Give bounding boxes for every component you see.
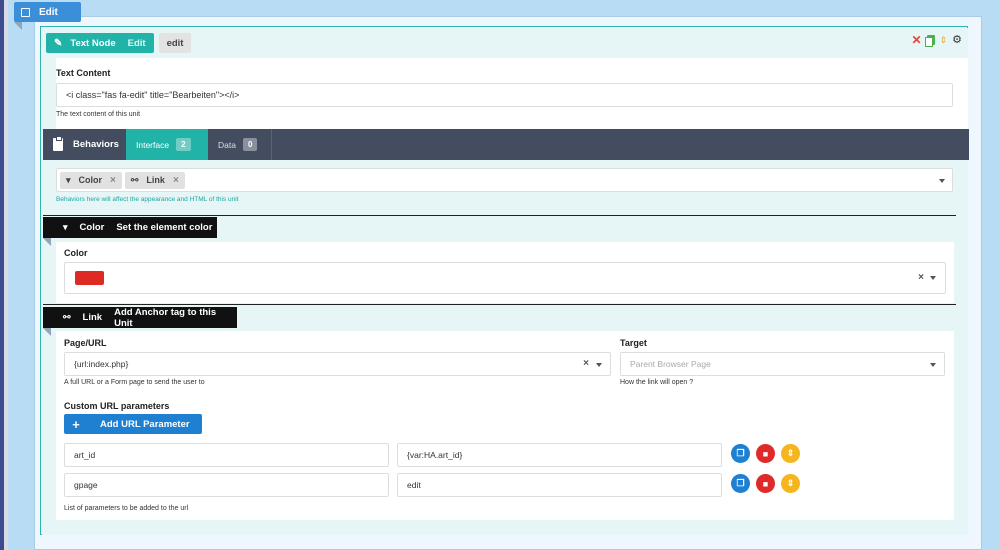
params-help: List of parameters to be added to the ur…	[64, 505, 189, 512]
paint-roller-icon: ▾	[63, 222, 68, 232]
link-section-body: Page/URL {url:index.php} × A full URL or…	[56, 331, 954, 520]
tab-interface[interactable]: Interface 2	[126, 129, 208, 160]
chevron-down-icon[interactable]	[939, 179, 945, 183]
clipboard-icon	[53, 136, 63, 151]
custom-params-label: Custom URL parameters	[64, 401, 170, 411]
close-icon[interactable]: ✕	[912, 34, 922, 46]
node-type-tab[interactable]: ✎ Text Node Edit	[46, 33, 154, 53]
text-content-label: Text Content	[56, 68, 111, 78]
page-url-help: A full URL or a Form page to send the us…	[64, 379, 205, 386]
tab-fold-decoration	[14, 22, 22, 30]
copy-param-button[interactable]: ❐	[731, 474, 750, 493]
delete-param-button[interactable]: ■	[756, 444, 775, 463]
behaviors-help: Behaviors here will affect the appearanc…	[56, 196, 239, 203]
clear-icon[interactable]: ×	[918, 272, 924, 283]
color-section-title: Color	[79, 222, 105, 233]
page-url-label: Page/URL	[64, 338, 107, 348]
section-divider	[43, 304, 956, 305]
checkbox-icon[interactable]	[21, 7, 30, 17]
copy-icon: ❐	[736, 478, 745, 488]
sort-icon: ⇕	[786, 448, 795, 458]
sort-icon: ⇕	[786, 478, 795, 488]
color-select[interactable]: ×	[64, 262, 946, 294]
pencil-icon: ✎	[54, 37, 63, 49]
chevron-down-icon[interactable]	[596, 363, 602, 367]
link-section-title: Link	[82, 312, 103, 323]
param-value-input[interactable]: edit	[397, 473, 722, 497]
behavior-tag-color[interactable]: ▾ Color ×	[60, 171, 122, 189]
node-type-label: Text Node	[70, 37, 116, 49]
tab-data-label: Data	[218, 139, 236, 150]
tab-fold-decoration	[43, 328, 51, 336]
node-edit-label: Edit	[127, 37, 146, 49]
target-select[interactable]: Parent Browser Page	[620, 352, 945, 376]
sort-param-button[interactable]: ⇕	[781, 444, 800, 463]
behaviors-select[interactable]: ▾ Color × ⚯ Link ×	[56, 168, 953, 192]
behavior-tag-link[interactable]: ⚯ Link ×	[124, 171, 185, 189]
text-node-card: ✎ Text Node Edit edit ✕ ⇕ ⚙ Text Content…	[40, 26, 969, 535]
copy-param-button[interactable]: ❐	[731, 444, 750, 463]
text-node-card-body: ✎ Text Node Edit edit ✕ ⇕ ⚙ Text Content…	[42, 28, 969, 535]
color-swatch	[75, 271, 104, 285]
sort-param-button[interactable]: ⇕	[781, 474, 800, 493]
param-name-input[interactable]: art_id	[64, 443, 389, 467]
behavior-tag-label: Link	[146, 175, 165, 185]
node-actions: ✕ ⇕ ⚙	[912, 34, 962, 47]
behaviors-tabbar: Behaviors Interface 2 Data 0	[43, 129, 969, 160]
remove-tag-icon[interactable]: ×	[110, 175, 116, 186]
tab-interface-count: 2	[176, 138, 191, 151]
gear-icon[interactable]: ⚙	[952, 35, 962, 46]
trash-icon: ■	[762, 448, 769, 459]
tab-interface-label: Interface	[136, 139, 170, 150]
text-content-help: The text content of this unit	[56, 111, 141, 118]
add-url-parameter-button[interactable]: + Add URL Parameter	[64, 414, 202, 434]
link-icon: ⚯	[130, 174, 139, 185]
color-section-body: Color ×	[56, 242, 954, 303]
plus-icon: +	[72, 416, 80, 432]
param-name-input[interactable]: gpage	[64, 473, 389, 497]
section-divider	[43, 215, 956, 216]
color-section-header: ▾ Color Set the element color	[43, 217, 217, 238]
delete-param-button[interactable]: ■	[756, 474, 775, 493]
chevron-down-icon[interactable]	[930, 276, 936, 280]
edit-panel-tab-label: Edit	[39, 6, 58, 18]
edit-panel-tab[interactable]: Edit	[14, 2, 81, 22]
color-section-subtitle: Set the element color	[116, 222, 213, 233]
link-section-subtitle: Add Anchor tag to this Unit	[114, 306, 217, 329]
text-content-input[interactable]: <i class="fas fa-edit" title="Bearbeiten…	[56, 83, 953, 107]
copy-icon: ❐	[736, 448, 745, 458]
node-header: ✎ Text Node Edit edit	[46, 32, 192, 54]
copy-icon[interactable]	[924, 35, 935, 47]
tab-data-count: 0	[242, 138, 258, 151]
link-icon: ⚯	[63, 312, 71, 322]
target-label: Target	[620, 338, 647, 348]
remove-tag-icon[interactable]: ×	[173, 175, 179, 186]
behaviors-title-label: Behaviors	[73, 139, 119, 150]
behaviors-title: Behaviors	[43, 129, 126, 160]
node-edit-button[interactable]: edit	[158, 33, 192, 53]
target-help: How the link will open ?	[620, 379, 694, 386]
clear-icon[interactable]: ×	[583, 358, 589, 369]
trash-icon: ■	[762, 478, 769, 489]
tab-data[interactable]: Data 0	[208, 129, 272, 160]
page-url-value: {url:index.php}	[74, 359, 129, 369]
link-section-header: ⚯ Link Add Anchor tag to this Unit	[43, 306, 237, 329]
target-placeholder: Parent Browser Page	[630, 359, 711, 369]
color-field-label: Color	[64, 248, 88, 258]
chevron-down-icon[interactable]	[930, 363, 936, 367]
tab-fold-decoration	[43, 238, 51, 246]
paint-roller-icon: ▾	[66, 174, 71, 185]
param-value-input[interactable]: {var:HA.art_id}	[397, 443, 722, 467]
page-url-select[interactable]: {url:index.php} ×	[64, 352, 611, 376]
behavior-tag-label: Color	[78, 175, 103, 185]
add-url-parameter-label: Add URL Parameter	[100, 418, 190, 430]
sort-icon[interactable]: ⇕	[940, 35, 948, 45]
